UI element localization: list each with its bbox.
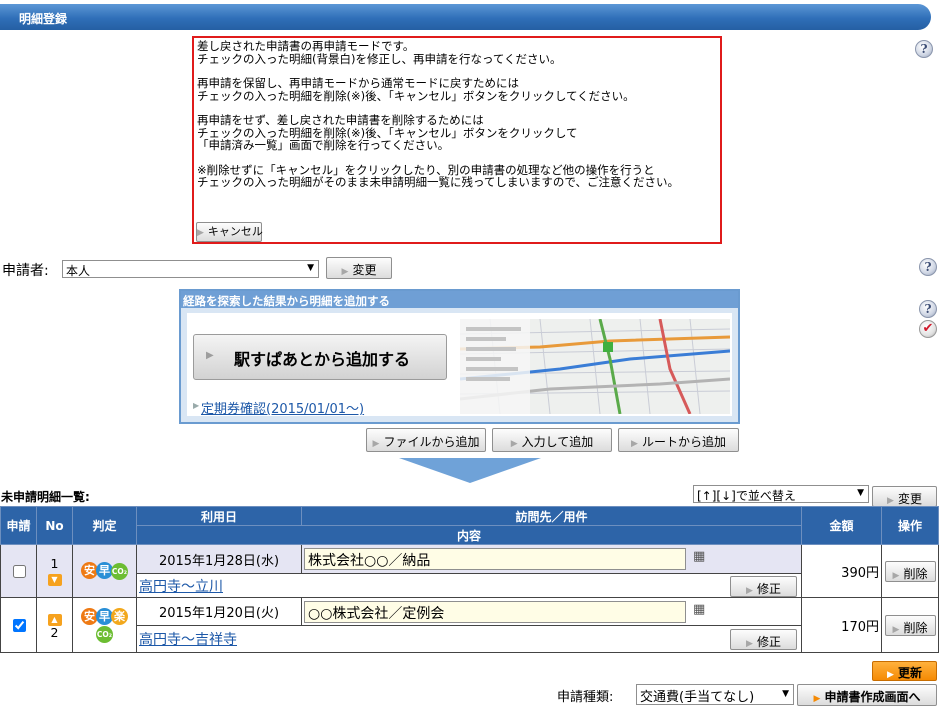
triangle-icon: ▶ bbox=[631, 439, 638, 449]
header-date: 利用日 bbox=[136, 506, 302, 526]
page-title: 明細登録 bbox=[19, 12, 68, 26]
apply-checkbox[interactable] bbox=[12, 564, 26, 578]
add-from-route-button[interactable]: ▶ ルートから追加 bbox=[618, 428, 739, 452]
applicant-change-button[interactable]: ▶ 変更 bbox=[326, 257, 392, 279]
route-cell: 高円寺〜立川 ▶ 修正 bbox=[136, 573, 802, 598]
sort-select[interactable]: [↑][↓]で並べ替え ▼ bbox=[693, 485, 869, 503]
applicant-label: 申請者: bbox=[2, 263, 49, 279]
unsubmitted-list-table: 申請 No 判定 利用日 訪問先／用件 金額 操作 内容 1 ▼ 安早 CO₂ 2… bbox=[0, 506, 939, 653]
table-row: ▲ 2 安早楽 CO₂ 2015年1月20日(火) ○○株式会社／定例会 ▦ 1… bbox=[0, 597, 939, 653]
calendar-icon[interactable]: ▦ bbox=[693, 602, 705, 617]
route-cell: 高円寺〜吉祥寺 ▶ 修正 bbox=[136, 625, 802, 653]
judge-cell: 安早 CO₂ bbox=[72, 544, 137, 598]
notice-paragraph: 差し戻された申請書の再申請モードです。 チェックの入った明細(背景白)を修正し、… bbox=[197, 39, 562, 66]
table-row: 高円寺〜吉祥寺 ▶ 修正 bbox=[1, 625, 939, 653]
delete-button[interactable]: ▶ 削除 bbox=[884, 560, 936, 582]
amount-cell: 390円 bbox=[801, 544, 882, 598]
help-icon[interactable]: ? bbox=[915, 40, 933, 58]
header-visit: 訪問先／用件 bbox=[301, 506, 802, 526]
header-content: 内容 bbox=[136, 525, 802, 545]
ekispert-add-button[interactable]: ▶ 駅すぱあとから追加する bbox=[193, 334, 447, 380]
create-application-button[interactable]: ▶ 申請書作成画面へ bbox=[797, 684, 937, 706]
page-title-bar: 明細登録 bbox=[0, 4, 931, 30]
sort-change-button[interactable]: ▶ 変更 bbox=[872, 486, 937, 507]
notice-paragraph: ※削除せずに「キャンセル」をクリックしたり、別の申請書の処理など他の操作を行うと… bbox=[197, 162, 679, 189]
help-icon[interactable]: ? bbox=[919, 300, 937, 318]
row-number: 1 bbox=[50, 555, 59, 571]
easy-badge-icon: 楽 bbox=[111, 607, 128, 625]
application-type-select[interactable]: 交通費(手当てなし) ▼ bbox=[636, 684, 794, 705]
date-cell: 2015年1月20日(火) bbox=[136, 597, 302, 626]
edit-button[interactable]: ▶ 修正 bbox=[730, 576, 797, 597]
action-cell: ▶ 削除 bbox=[881, 597, 939, 653]
route-search-panel: 経路を探索した結果から明細を追加する ▶ 駅すぱあとから追加する ▶ 定期券確認… bbox=[179, 289, 740, 424]
co2-badge-icon: CO₂ bbox=[111, 563, 128, 580]
no-cell: ▲ 2 bbox=[36, 597, 73, 653]
cancel-button[interactable]: ▶ キャンセル bbox=[196, 222, 263, 242]
triangle-icon: ▶ bbox=[746, 586, 753, 596]
apply-cell bbox=[0, 544, 37, 598]
triangle-icon: ▶ bbox=[372, 439, 380, 449]
triangle-icon: ▶ bbox=[197, 228, 204, 238]
action-cell: ▶ 削除 bbox=[881, 544, 939, 598]
notice-paragraph: 再申請を保留し、再申請モードから通常モードに戻すためには チェックの入った明細を… bbox=[197, 76, 635, 103]
route-map-image bbox=[460, 319, 730, 414]
help-icon[interactable]: ? bbox=[919, 258, 937, 276]
co2-badge-icon: CO₂ bbox=[96, 625, 113, 643]
orange-arrow-icon[interactable]: ▲ bbox=[47, 613, 62, 626]
orange-arrow-icon[interactable]: ▼ bbox=[47, 573, 62, 586]
visit-input[interactable]: ○○株式会社／定例会 bbox=[304, 600, 686, 623]
edit-button[interactable]: ▶ 修正 bbox=[730, 629, 797, 650]
triangle-icon: ▶ bbox=[887, 670, 894, 680]
resubmit-notice: 差し戻された申請書の再申請モードです。 チェックの入った明細(背景白)を修正し、… bbox=[192, 36, 722, 244]
triangle-icon: ▶ bbox=[813, 694, 821, 704]
application-type-label: 申請種類: bbox=[557, 690, 614, 705]
chevron-down-icon: ▼ bbox=[782, 689, 789, 699]
delete-button[interactable]: ▶ 削除 bbox=[884, 614, 936, 636]
table-row: 1 ▼ 安早 CO₂ 2015年1月28日(水) 株式会社○○／納品 ▦ 390円… bbox=[0, 544, 939, 598]
date-cell: 2015年1月28日(水) bbox=[136, 544, 302, 574]
apply-cell bbox=[0, 597, 37, 653]
visit-cell: ○○株式会社／定例会 ▦ bbox=[301, 597, 802, 626]
route-panel-body: ▶ 駅すぱあとから追加する ▶ 定期券確認(2015/01/01〜) bbox=[187, 313, 732, 417]
route-panel-title: 経路を探索した結果から明細を追加する bbox=[181, 291, 738, 308]
triangle-icon: ▶ bbox=[746, 639, 753, 649]
visit-cell: 株式会社○○／納品 ▦ bbox=[301, 544, 802, 574]
triangle-icon: ▶ bbox=[193, 401, 200, 410]
applicant-select[interactable]: 本人 ▼ bbox=[62, 260, 319, 278]
header-apply: 申請 bbox=[0, 506, 37, 545]
header-no: No bbox=[36, 506, 73, 545]
notice-paragraph: 再申請をせず、差し戻された申請書を削除するためには チェックの入った明細を削除(… bbox=[197, 113, 578, 152]
chevron-down-icon: ▼ bbox=[307, 263, 314, 273]
amount-cell: 170円 bbox=[801, 597, 882, 653]
amount-value: 390円 bbox=[841, 565, 879, 581]
no-cell: 1 ▼ bbox=[36, 544, 73, 598]
triangle-icon: ▶ bbox=[892, 570, 900, 581]
add-by-input-button[interactable]: ▶ 入力して追加 bbox=[492, 428, 612, 452]
chevron-down-icon: ▼ bbox=[857, 488, 864, 498]
commuter-pass-link[interactable]: 定期券確認(2015/01/01〜) bbox=[201, 398, 364, 417]
down-arrow-icon bbox=[399, 458, 541, 483]
header-judge: 判定 bbox=[72, 506, 137, 545]
check-icon[interactable]: ✔ bbox=[919, 320, 937, 338]
amount-value: 170円 bbox=[841, 619, 879, 635]
triangle-icon: ▶ bbox=[510, 439, 518, 449]
visit-input[interactable]: 株式会社○○／納品 bbox=[304, 548, 686, 570]
route-link[interactable]: 高円寺〜吉祥寺 bbox=[139, 632, 237, 648]
triangle-icon: ▶ bbox=[206, 350, 214, 361]
table-row: 高円寺〜立川 ▶ 修正 bbox=[1, 573, 939, 598]
triangle-icon: ▶ bbox=[892, 624, 900, 635]
triangle-icon: ▶ bbox=[341, 267, 349, 277]
add-from-file-button[interactable]: ▶ ファイルから追加 bbox=[366, 428, 486, 452]
row-number: 2 bbox=[50, 624, 59, 640]
triangle-icon: ▶ bbox=[887, 496, 894, 506]
header-amount: 金額 bbox=[801, 506, 882, 545]
header-action: 操作 bbox=[881, 506, 939, 545]
route-link[interactable]: 高円寺〜立川 bbox=[139, 579, 223, 595]
calendar-icon[interactable]: ▦ bbox=[693, 549, 705, 564]
judge-cell: 安早楽 CO₂ bbox=[72, 597, 137, 653]
update-button[interactable]: ▶ 更新 bbox=[872, 661, 937, 681]
apply-checkbox[interactable] bbox=[12, 618, 26, 632]
unsubmitted-list-title: 未申請明細一覧: bbox=[1, 490, 90, 504]
